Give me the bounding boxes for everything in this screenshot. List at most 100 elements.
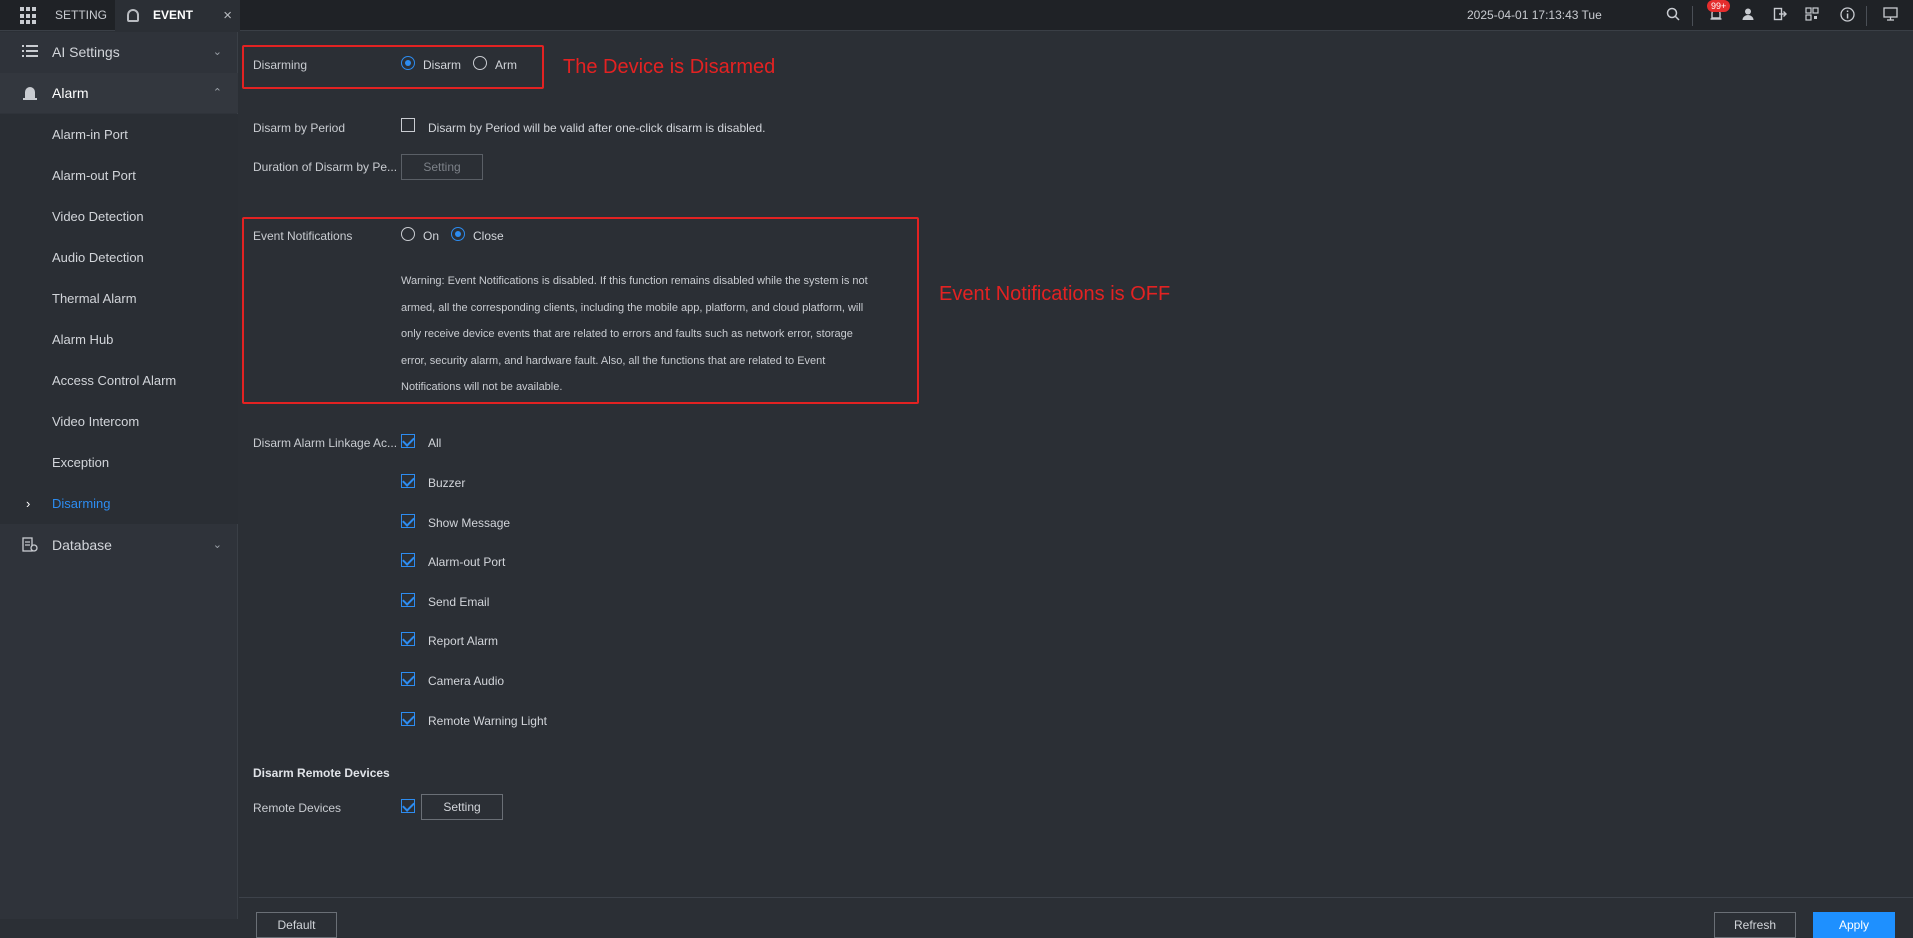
linkage-checkbox-show-message[interactable] xyxy=(401,514,415,528)
remote-devices-setting-button[interactable]: Setting xyxy=(421,794,503,820)
qr-code-icon[interactable] xyxy=(1803,7,1821,25)
warning-line: Warning: Event Notifications is disabled… xyxy=(401,275,868,287)
linkage-label-show-message: Show Message xyxy=(428,516,511,530)
linkage-checkbox-send-email[interactable] xyxy=(401,593,415,607)
warning-line: armed, all the corresponding clients, in… xyxy=(401,301,864,314)
radio-disarm[interactable] xyxy=(401,56,415,70)
sidebar-sub-alarm-hub[interactable]: Alarm Hub xyxy=(0,319,238,360)
sidebar-sub-label: Access Control Alarm xyxy=(52,373,177,388)
sidebar-sub-label: Thermal Alarm xyxy=(52,291,137,306)
sidebar-sub-label: Disarming xyxy=(52,496,111,511)
linkage-label-buzzer: Buzzer xyxy=(428,476,466,490)
duration-label: Duration of Disarm by Pe... xyxy=(253,160,398,174)
radio-notifications-on-label: On xyxy=(423,229,440,243)
sidebar-sub-video-detection[interactable]: Video Detection xyxy=(0,196,238,237)
tab-event-label: EVENT xyxy=(153,8,194,22)
linkage-label-remote-warning-light: Remote Warning Light xyxy=(428,714,547,728)
search-icon[interactable] xyxy=(1664,7,1682,25)
apply-button[interactable]: Apply xyxy=(1813,912,1895,938)
event-notifications-label: Event Notifications xyxy=(253,229,353,243)
sidebar-sub-alarm-in-port[interactable]: Alarm-in Port xyxy=(0,114,238,155)
remote-devices-checkbox[interactable] xyxy=(401,799,415,813)
logout-icon[interactable] xyxy=(1771,7,1789,25)
info-icon[interactable] xyxy=(1838,7,1856,25)
topbar-divider xyxy=(1866,6,1867,26)
close-tab-icon[interactable]: × xyxy=(223,0,232,31)
linkage-label-all: All xyxy=(428,436,442,450)
chevron-right-icon: › xyxy=(26,496,31,511)
chevron-down-icon: ⌄ xyxy=(212,46,222,58)
chevron-down-icon: ⌄ xyxy=(212,539,222,551)
main-content: Disarming Disarm Arm The Device is Disar… xyxy=(239,32,1913,938)
radio-notifications-close[interactable] xyxy=(451,227,465,241)
sidebar-item-ai-settings[interactable]: AI Settings ⌄ xyxy=(0,32,238,72)
sidebar-sub-label: Exception xyxy=(52,455,110,470)
sidebar-item-alarm[interactable]: Alarm ⌃ xyxy=(0,73,238,113)
sidebar-item-database[interactable]: Database ⌄ xyxy=(0,525,238,565)
display-icon[interactable] xyxy=(1881,7,1899,25)
sidebar: AI Settings ⌄ Alarm ⌃ Alarm-in Port Alar… xyxy=(0,32,238,919)
sidebar-sub-alarm-out-port[interactable]: Alarm-out Port xyxy=(0,155,238,196)
warning-line: only receive device events that are rela… xyxy=(401,328,853,341)
sidebar-sub-label: Alarm Hub xyxy=(52,332,114,347)
sidebar-item-label: Database xyxy=(52,537,112,553)
sidebar-item-label: Alarm xyxy=(52,85,89,101)
tab-event[interactable]: EVENT × xyxy=(115,0,240,31)
disarm-remote-devices-title: Disarm Remote Devices xyxy=(253,766,390,780)
sidebar-sub-thermal-alarm[interactable]: Thermal Alarm xyxy=(0,278,238,319)
disarm-by-period-checkbox[interactable] xyxy=(401,118,415,132)
refresh-button[interactable]: Refresh xyxy=(1714,912,1796,938)
sidebar-sub-label: Alarm-in Port xyxy=(52,127,128,142)
chevron-up-icon: ⌃ xyxy=(212,87,222,99)
linkage-label: Disarm Alarm Linkage Ac... xyxy=(253,436,398,450)
list-icon xyxy=(22,44,40,60)
linkage-checkbox-alarm-out-port[interactable] xyxy=(401,553,415,567)
system-datetime: 2025-04-01 17:13:43 Tue xyxy=(1467,8,1602,22)
sidebar-item-label: AI Settings xyxy=(52,44,120,60)
notifications-warning: Warning: Event Notifications is disabled… xyxy=(401,268,901,401)
sidebar-sub-disarming[interactable]: › Disarming xyxy=(0,483,238,524)
topbar-divider xyxy=(1692,6,1693,26)
duration-setting-button[interactable]: Setting xyxy=(401,154,483,180)
disarming-label: Disarming xyxy=(253,58,308,72)
tab-setting[interactable]: SETTING xyxy=(55,0,107,31)
sidebar-sub-label: Video Detection xyxy=(52,209,144,224)
sidebar-sub-label: Video Intercom xyxy=(52,414,140,429)
linkage-checkbox-report-alarm[interactable] xyxy=(401,632,415,646)
warning-line: error, security alarm, and hardware faul… xyxy=(401,354,826,367)
radio-notifications-close-label: Close xyxy=(473,229,504,243)
sidebar-sub-access-control-alarm[interactable]: Access Control Alarm xyxy=(0,360,238,401)
linkage-label-report-alarm: Report Alarm xyxy=(428,634,499,648)
radio-arm-label: Arm xyxy=(495,58,517,72)
sidebar-sub-label: Alarm-out Port xyxy=(52,168,136,183)
disarm-by-period-hint: Disarm by Period will be valid after one… xyxy=(428,121,766,135)
footer-divider xyxy=(239,897,1913,898)
alarm-icon xyxy=(22,85,40,101)
event-icon xyxy=(127,9,139,22)
radio-disarm-label: Disarm xyxy=(423,58,461,72)
radio-notifications-on[interactable] xyxy=(401,227,415,241)
top-bar: SETTING EVENT × 2025-04-01 17:13:43 Tue … xyxy=(0,0,1913,31)
default-button[interactable]: Default xyxy=(256,912,337,938)
linkage-label-send-email: Send Email xyxy=(428,595,490,609)
grid-icon[interactable] xyxy=(20,7,38,25)
linkage-checkbox-camera-audio[interactable] xyxy=(401,672,415,686)
linkage-checkbox-buzzer[interactable] xyxy=(401,474,415,488)
warning-line: Notifications will not be available. xyxy=(401,381,563,394)
disarm-by-period-label: Disarm by Period xyxy=(253,121,346,135)
linkage-checkbox-all[interactable] xyxy=(401,434,415,448)
remote-devices-label: Remote Devices xyxy=(253,801,342,815)
user-icon[interactable] xyxy=(1739,7,1757,25)
annotation-disarmed: The Device is Disarmed xyxy=(563,56,776,78)
sidebar-sub-label: Audio Detection xyxy=(52,250,144,265)
sidebar-sub-audio-detection[interactable]: Audio Detection xyxy=(0,237,238,278)
linkage-label-alarm-out-port: Alarm-out Port xyxy=(428,555,506,569)
linkage-label-camera-audio: Camera Audio xyxy=(428,674,505,688)
sidebar-sub-video-intercom[interactable]: Video Intercom xyxy=(0,401,238,442)
linkage-checkbox-remote-warning-light[interactable] xyxy=(401,712,415,726)
radio-arm[interactable] xyxy=(473,56,487,70)
annotation-notifications: Event Notifications is OFF xyxy=(939,283,1171,305)
database-icon xyxy=(22,537,40,553)
sidebar-sub-exception[interactable]: Exception xyxy=(0,442,238,483)
alarm-count-badge: 99+ xyxy=(1707,0,1731,12)
